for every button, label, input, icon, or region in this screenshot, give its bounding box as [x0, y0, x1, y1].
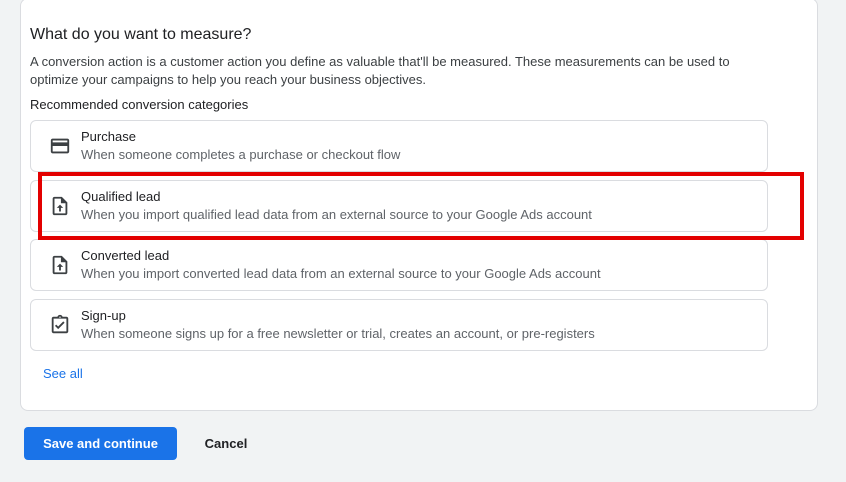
- section-title: What do you want to measure?: [30, 26, 252, 43]
- file-upload-icon: [49, 254, 71, 276]
- see-all-link[interactable]: See all: [43, 366, 83, 381]
- option-title: Sign-up: [81, 308, 126, 323]
- save-and-continue-button[interactable]: Save and continue: [24, 427, 177, 460]
- recommended-label: Recommended conversion categories: [30, 97, 249, 112]
- option-subtitle: When someone completes a purchase or che…: [81, 147, 401, 162]
- option-title: Qualified lead: [81, 189, 161, 204]
- credit-card-icon: [49, 135, 71, 157]
- option-sign-up[interactable]: Sign-up When someone signs up for a free…: [30, 299, 768, 351]
- option-converted-lead[interactable]: Converted lead When you import converted…: [30, 239, 768, 291]
- option-subtitle: When you import converted lead data from…: [81, 266, 601, 281]
- option-purchase[interactable]: Purchase When someone completes a purcha…: [30, 120, 768, 172]
- file-upload-icon: [49, 195, 71, 217]
- option-subtitle: When someone signs up for a free newslet…: [81, 326, 595, 341]
- option-qualified-lead[interactable]: Qualified lead When you import qualified…: [30, 180, 768, 232]
- cancel-button[interactable]: Cancel: [190, 427, 262, 460]
- option-title: Converted lead: [81, 248, 170, 263]
- section-description: A conversion action is a customer action…: [30, 54, 730, 87]
- clipboard-check-icon: [49, 314, 71, 336]
- option-subtitle: When you import qualified lead data from…: [81, 207, 592, 222]
- option-title: Purchase: [81, 129, 136, 144]
